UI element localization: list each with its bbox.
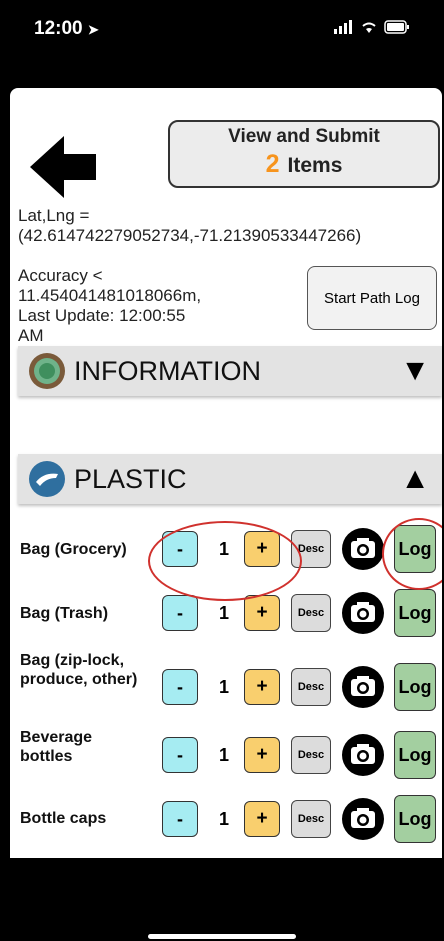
increment-button[interactable]: + <box>244 737 280 773</box>
desc-button[interactable]: Desc <box>291 800 331 838</box>
item-label: Beverage bottles <box>20 729 93 765</box>
signal-icon <box>334 20 352 34</box>
accuracy-line1: Accuracy < <box>18 266 103 285</box>
quantity-value: 1 <box>219 677 230 697</box>
wifi-icon <box>362 22 376 33</box>
decrement-button[interactable]: - <box>162 595 198 631</box>
accuracy-display: Accuracy < 11.454041481018066m, Last Upd… <box>18 266 288 346</box>
log-button[interactable]: Log <box>394 589 436 637</box>
submit-count-line: 2 Items <box>170 150 438 179</box>
chevron-down-icon: ▼ <box>400 354 430 387</box>
log-button[interactable]: Log <box>394 663 436 711</box>
log-button[interactable]: Log <box>394 795 436 843</box>
increment-button[interactable]: + <box>244 669 280 705</box>
quantity-value: 1 <box>219 539 230 559</box>
home-indicator[interactable] <box>148 934 296 939</box>
camera-icon[interactable] <box>341 527 385 571</box>
quantity-value: 1 <box>219 809 230 829</box>
home-bar <box>0 858 444 941</box>
status-bar: 12:00 ➤ <box>0 0 444 88</box>
desc-button[interactable]: Desc <box>291 668 331 706</box>
accuracy-line2: 11.454041481018066m, <box>18 286 202 305</box>
submit-title: View and Submit <box>228 126 380 147</box>
back-arrow-icon[interactable] <box>28 132 98 202</box>
increment-button[interactable]: + <box>244 801 280 837</box>
plastic-hand-icon <box>29 461 65 497</box>
item-label: Bag (Trash) <box>20 605 109 622</box>
camera-icon[interactable] <box>341 733 385 777</box>
list-item: Bag (zip-lock, produce, other) - 1 + Des… <box>10 648 442 726</box>
submit-count: 2 <box>265 150 280 178</box>
quantity-value: 1 <box>219 745 230 765</box>
submit-unit: Items <box>287 154 343 177</box>
latlng-value: (42.614742279052734,-71.21390533447266) <box>18 226 362 245</box>
list-item: Bag (Grocery) - 1 + Desc Log <box>10 520 442 578</box>
start-path-log-button[interactable]: Start Path Log <box>307 266 437 330</box>
section-information-label: INFORMATION <box>74 355 261 386</box>
camera-icon[interactable] <box>341 591 385 635</box>
item-label: Bag (zip-lock, produce, other) <box>20 652 138 688</box>
location-arrow-icon: ➤ <box>87 22 99 37</box>
accuracy-line3: Last Update: 12:00:55 <box>18 306 186 325</box>
log-button[interactable]: Log <box>394 731 436 779</box>
camera-icon[interactable] <box>341 665 385 709</box>
section-plastic[interactable]: PLASTIC ▲ <box>18 454 442 504</box>
log-button[interactable]: Log <box>394 525 436 573</box>
battery-icon <box>384 20 409 34</box>
section-information[interactable]: INFORMATION ▼ <box>18 346 442 396</box>
latlng-label: Lat,Lng = <box>18 206 90 225</box>
decrement-button[interactable]: - <box>162 801 198 837</box>
section-plastic-label: PLASTIC <box>74 463 187 494</box>
decrement-button[interactable]: - <box>162 669 198 705</box>
information-globe-icon <box>29 353 65 389</box>
increment-button[interactable]: + <box>244 595 280 631</box>
desc-button[interactable]: Desc <box>291 594 331 632</box>
latlng-display: Lat,Lng = (42.614742279052734,-71.213905… <box>18 206 361 246</box>
list-item: Bottle caps - 1 + Desc Log <box>10 790 442 848</box>
chevron-up-icon: ▲ <box>400 462 430 495</box>
quantity-value: 1 <box>219 603 230 623</box>
status-time-text: 12:00 <box>34 18 83 39</box>
list-item: Beverage bottles - 1 + Desc Log <box>10 726 442 784</box>
item-label: Bag (Grocery) <box>20 541 127 558</box>
increment-button[interactable]: + <box>244 531 280 567</box>
item-label: Bottle caps <box>20 810 107 827</box>
status-icons <box>334 20 410 34</box>
main-sheet: View and Submit 2 Items Lat,Lng = (42.614… <box>10 88 442 858</box>
view-submit-button[interactable]: View and Submit 2 Items <box>168 120 440 188</box>
decrement-button[interactable]: - <box>162 737 198 773</box>
accuracy-line4: AM <box>18 326 44 345</box>
desc-button[interactable]: Desc <box>291 530 331 568</box>
desc-button[interactable]: Desc <box>291 736 331 774</box>
camera-icon[interactable] <box>341 797 385 841</box>
status-time: 12:00 ➤ <box>34 18 99 40</box>
list-item: Bag (Trash) - 1 + Desc Log <box>10 584 442 642</box>
decrement-button[interactable]: - <box>162 531 198 567</box>
